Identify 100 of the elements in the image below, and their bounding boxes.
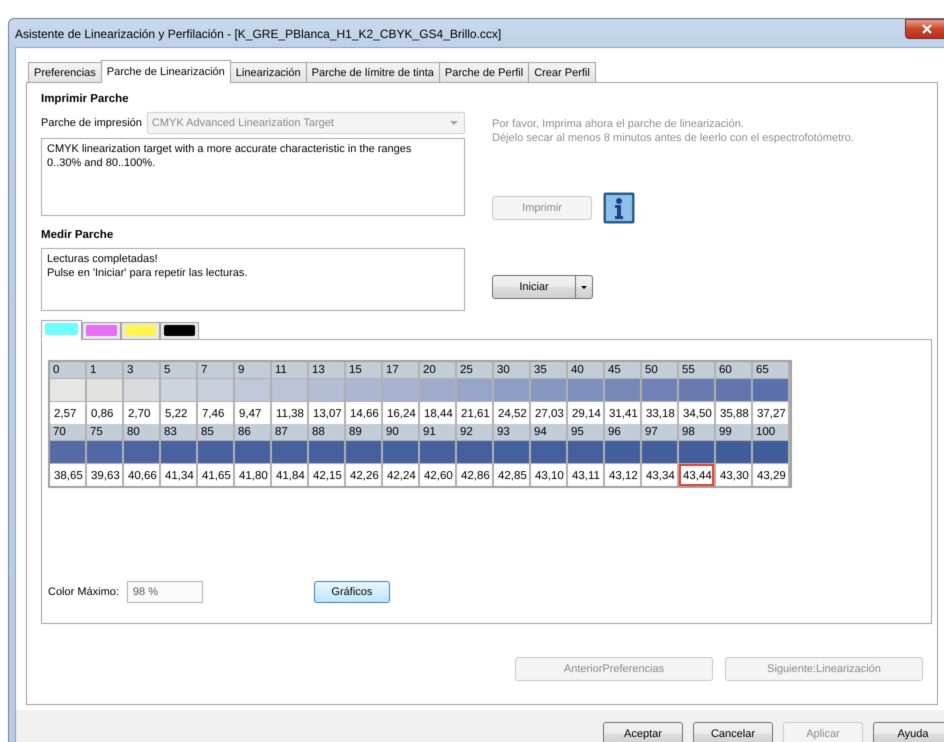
tab[interactable]: Parche de Perfil [438, 62, 530, 82]
table-cell: 40 [568, 362, 603, 378]
table-cell: 43,10 [531, 464, 566, 486]
tab[interactable]: Parche de límitre de tinta [306, 62, 440, 82]
table-cell: 75 [87, 424, 122, 440]
table-cell: 43,29 [753, 464, 788, 486]
table-cell: 11,38 [272, 402, 307, 424]
table-cell: 40,66 [124, 464, 159, 486]
table-cell: 9,47 [235, 402, 270, 424]
table-cell: 11 [272, 362, 307, 378]
table-cell: 93 [494, 424, 529, 440]
max-color-field[interactable]: 98 % [126, 581, 203, 603]
table-cell: 21,61 [457, 402, 492, 424]
table-cell: 42,24 [383, 464, 418, 486]
table-cell: 88 [309, 424, 344, 440]
start-split-button[interactable]: Iniciar [492, 275, 593, 299]
section-heading: Medir Parche [41, 229, 114, 241]
table-cell: 24,52 [494, 402, 529, 424]
footer-button[interactable]: Cancelar [693, 722, 773, 742]
table-cell: 42,85 [494, 464, 529, 486]
start-button[interactable]: Iniciar [493, 276, 576, 298]
caret-icon [581, 286, 587, 288]
table-cell: 100 [753, 424, 788, 440]
window-title: Asistente de Linearización y Perfilación - [K_GRE_PBlanca_H1_K2_CBYK_GS4_Brillo.ccx] [15, 26, 502, 41]
table-cell: 41,84 [272, 464, 307, 486]
table-cell: 42,60 [420, 464, 455, 486]
section-heading: Imprimir Parche [41, 93, 130, 105]
description-box: CMYK linearization target with a more accurate characteristic in the ranges 0..30% and 80..100%. [41, 138, 465, 216]
table-cell: 35 [531, 362, 566, 378]
tab[interactable]: Crear Perfil [528, 62, 596, 82]
table-cell: 0,86 [87, 402, 122, 424]
table-cell: 16,24 [383, 402, 418, 424]
footer-button[interactable]: Ayuda [873, 722, 944, 742]
table-cell: 7 [198, 362, 233, 378]
table-cell: 97 [642, 424, 677, 440]
ink-tab[interactable] [160, 322, 199, 339]
status-box: Lecturas completadas! Pulse en 'Iniciar' para repetir las lecturas. [41, 248, 465, 311]
table-cell: 55 [679, 362, 714, 378]
table-cell: 87 [272, 424, 307, 440]
table-cell: 25 [457, 362, 492, 378]
table-cell: 27,03 [531, 402, 566, 424]
field-label: Parche de impresión [41, 117, 142, 129]
footer-button[interactable]: Aceptar [603, 722, 683, 742]
table-cell: 45 [605, 362, 640, 378]
table-cell: 20 [420, 362, 455, 378]
table-cell: 41,65 [198, 464, 233, 486]
table-cell: 43,30 [716, 464, 751, 486]
table-cell: 35,88 [716, 402, 751, 424]
table-cell: 5 [161, 362, 196, 378]
table-cell: 43,12 [605, 464, 640, 486]
table-cell: 42,15 [309, 464, 344, 486]
table-cell: 95 [568, 424, 603, 440]
table-cell: 94 [531, 424, 566, 440]
table-cell: 33,18 [642, 402, 677, 424]
table-cell: 37,27 [753, 402, 788, 424]
table-cell: 17 [383, 362, 418, 378]
table-cell: 90 [383, 424, 418, 440]
table-cell: 41,34 [161, 464, 196, 486]
instructions-text: Por favor, Imprima ahora el parche de linearización. Déjelo secar al menos 8 minutos antes de leerlo con el espectrofotómetro. [492, 117, 855, 145]
table-cell: 9 [235, 362, 270, 378]
table-cell: 42,86 [457, 464, 492, 486]
close-button[interactable] [905, 19, 944, 39]
table-cell: 2,57 [50, 402, 85, 424]
table-cell: 85 [198, 424, 233, 440]
table-cell: 60 [716, 362, 751, 378]
table-cell: 29,14 [568, 402, 603, 424]
table-cell: 98 [679, 424, 714, 440]
table-cell: 15 [346, 362, 381, 378]
table-cell: 92 [457, 424, 492, 440]
table-cell: 13 [309, 362, 344, 378]
table-cell: 2,70 [124, 402, 159, 424]
table-cell: 91 [420, 424, 455, 440]
table-cell: 5,22 [161, 402, 196, 424]
table-cell: 39,63 [87, 464, 122, 486]
tab[interactable]: Preferencias [28, 62, 102, 82]
table-cell: 96 [605, 424, 640, 440]
caret-icon [450, 121, 458, 125]
table-cell: 83 [161, 424, 196, 440]
table-cell: 18,44 [420, 402, 455, 424]
info-icon[interactable] [603, 192, 635, 224]
table-cell: 30 [494, 362, 529, 378]
table-cell: 3 [124, 362, 159, 378]
table-cell: 89 [346, 424, 381, 440]
field-label: Color Máximo: [48, 586, 119, 598]
table-cell: 1 [87, 362, 122, 378]
table-cell: 41,80 [235, 464, 270, 486]
table-cell: 86 [235, 424, 270, 440]
table-cell: 43,34 [642, 464, 677, 486]
tab[interactable]: Linearización [230, 62, 307, 82]
table-cell: 34,50 [679, 402, 714, 424]
table-cell: 13,07 [309, 402, 344, 424]
graphs-button[interactable]: Gráficos [314, 581, 390, 603]
table-cell: 38,65 [50, 464, 85, 486]
table-cell: 50 [642, 362, 677, 378]
table-cell: 7,46 [198, 402, 233, 424]
table-cell: 43,44 [679, 464, 714, 486]
table-cell: 99 [716, 424, 751, 440]
table-cell: 31,41 [605, 402, 640, 424]
table-cell: 0 [50, 362, 85, 378]
tab[interactable]: Parche de Linearización [100, 60, 231, 83]
